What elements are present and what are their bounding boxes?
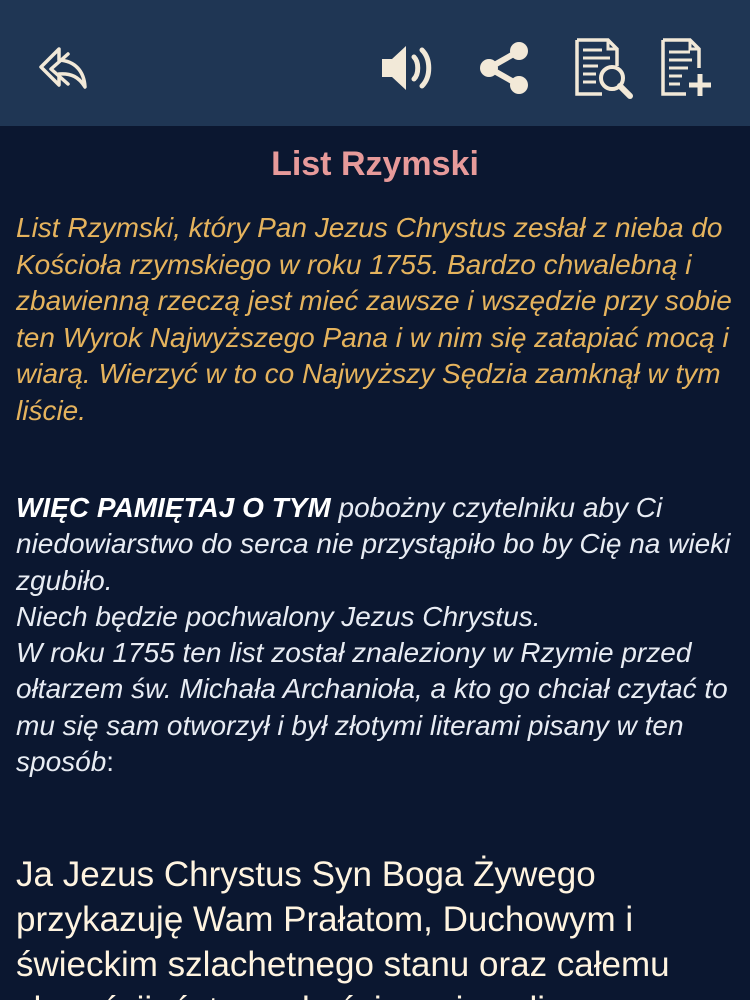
article-content: List Rzymski List Rzymski, który Pan Jez… xyxy=(0,126,750,1000)
letter-text: Ja Jezus Chrystus Syn Boga Żywego przyka… xyxy=(16,855,670,1000)
warning-paragraph: WIĘC PAMIĘTAJ O TYM pobożny czytelniku a… xyxy=(16,490,741,780)
document-add-icon xyxy=(661,38,711,96)
warning-lead: WIĘC PAMIĘTAJ O TYM xyxy=(16,492,331,523)
search-document-button[interactable] xyxy=(569,33,639,103)
back-button[interactable] xyxy=(28,33,98,103)
page-title: List Rzymski xyxy=(271,145,479,183)
speaker-icon xyxy=(382,46,432,90)
history-colon: : xyxy=(106,746,115,778)
share-icon xyxy=(480,42,528,94)
reply-arrow-icon xyxy=(39,47,87,89)
document-search-icon xyxy=(575,38,633,99)
sound-button[interactable] xyxy=(371,33,441,103)
praise-line: Niech będzie pochwalony Jezus Chrystus. xyxy=(16,600,541,632)
top-toolbar xyxy=(0,0,750,126)
intro-paragraph: List Rzymski, który Pan Jezus Chrystus z… xyxy=(16,212,732,426)
history-text: W roku 1755 ten list został znaleziony w… xyxy=(16,637,728,778)
share-button[interactable] xyxy=(469,33,539,103)
add-document-button[interactable] xyxy=(653,33,723,103)
